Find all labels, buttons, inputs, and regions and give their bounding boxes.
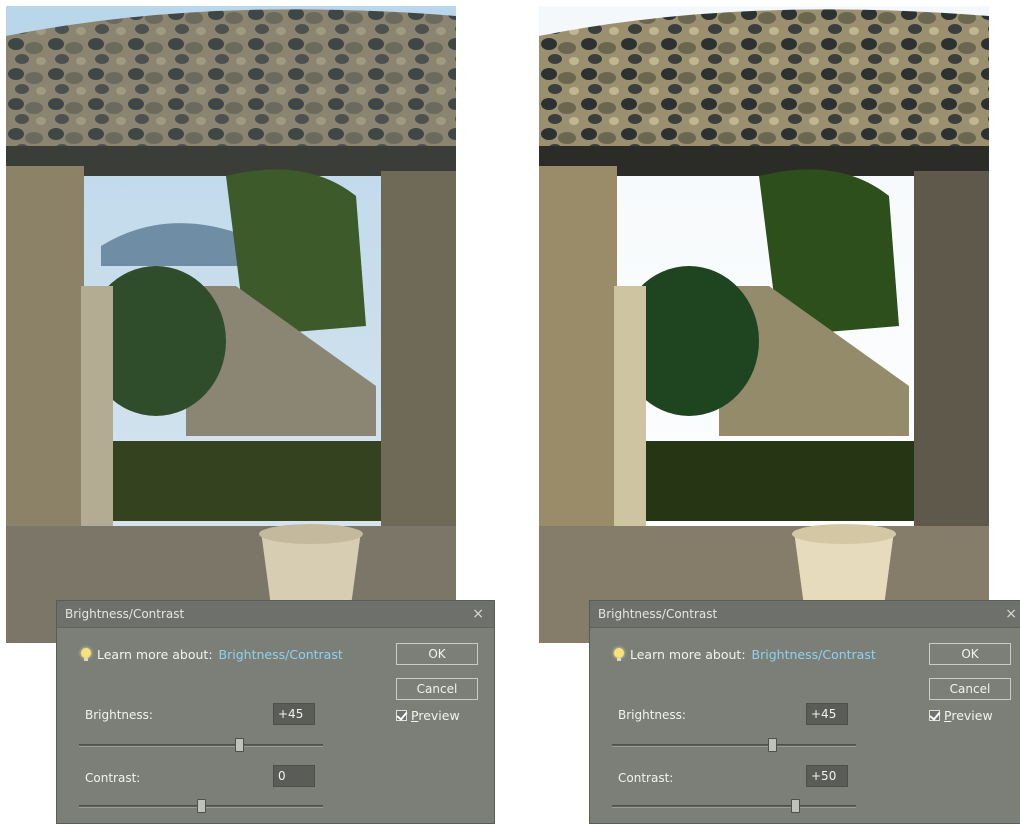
contrast-input[interactable]: +50 — [806, 765, 848, 787]
dialog-titlebar[interactable]: Brightness/Contrast × — [590, 601, 1020, 628]
brightness-contrast-dialog: Brightness/Contrast × Learn more about: … — [589, 600, 1020, 824]
learn-more-link[interactable]: Brightness/Contrast — [752, 647, 876, 662]
brightness-label: Brightness: — [85, 708, 153, 722]
brightness-input[interactable]: +45 — [806, 703, 848, 725]
contrast-slider-thumb[interactable] — [197, 799, 206, 813]
preview-checkbox[interactable]: Preview — [396, 708, 460, 723]
checkmark-icon[interactable] — [929, 710, 940, 721]
dialog-title: Brightness/Contrast — [598, 607, 718, 621]
ok-button[interactable]: OK — [929, 643, 1011, 665]
brightness-contrast-dialog: Brightness/Contrast × Learn more about: … — [56, 600, 495, 824]
cancel-button[interactable]: Cancel — [929, 678, 1011, 700]
photo-after — [539, 6, 989, 643]
learn-more-row: Learn more about: Brightness/Contrast — [81, 647, 343, 662]
left-panel: Brightness/Contrast × Learn more about: … — [0, 0, 510, 826]
learn-more-link[interactable]: Brightness/Contrast — [219, 647, 343, 662]
checkmark-icon[interactable] — [396, 710, 407, 721]
pompeii-photo-after — [539, 6, 989, 643]
brightness-slider-thumb[interactable] — [234, 738, 244, 752]
dialog-title: Brightness/Contrast — [65, 607, 185, 621]
contrast-label: Contrast: — [618, 771, 674, 785]
preview-checkbox[interactable]: Preview — [929, 708, 993, 723]
cancel-button[interactable]: Cancel — [396, 678, 478, 700]
dialog-titlebar[interactable]: Brightness/Contrast × — [57, 601, 494, 628]
contrast-label: Contrast: — [85, 771, 141, 785]
ok-button[interactable]: OK — [396, 643, 478, 665]
learn-more-label: Learn more about: — [630, 647, 746, 662]
contrast-slider-thumb[interactable] — [791, 799, 800, 813]
brightness-input[interactable]: +45 — [273, 703, 315, 725]
preview-label: Preview — [944, 708, 993, 723]
brightness-label: Brightness: — [618, 708, 686, 722]
brightness-slider-thumb[interactable] — [767, 738, 777, 752]
pompeii-photo-before — [6, 6, 456, 643]
photo-before — [6, 6, 456, 643]
brightness-slider[interactable] — [612, 738, 856, 752]
learn-more-row: Learn more about: Brightness/Contrast — [614, 647, 876, 662]
lightbulb-icon — [614, 647, 624, 662]
preview-label-rest: review — [951, 708, 993, 723]
close-icon[interactable]: × — [1005, 601, 1017, 627]
contrast-slider[interactable] — [79, 799, 323, 813]
right-panel: Brightness/Contrast × Learn more about: … — [533, 0, 1020, 826]
close-icon[interactable]: × — [472, 601, 484, 627]
brightness-slider[interactable] — [79, 738, 323, 752]
contrast-input[interactable]: 0 — [273, 765, 315, 787]
lightbulb-icon — [81, 647, 91, 662]
preview-label: Preview — [411, 708, 460, 723]
learn-more-label: Learn more about: — [97, 647, 213, 662]
contrast-slider[interactable] — [612, 799, 856, 813]
preview-label-rest: review — [418, 708, 460, 723]
